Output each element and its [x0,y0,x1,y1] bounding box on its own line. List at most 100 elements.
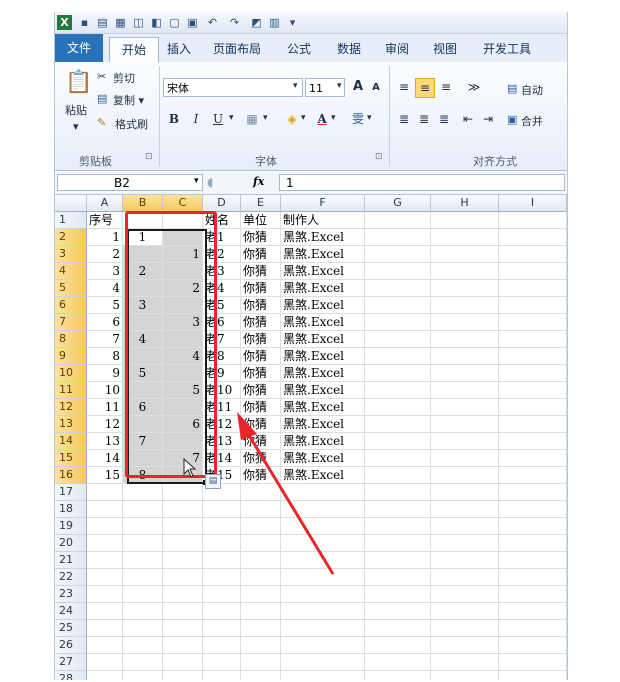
align-middle-icon[interactable]: ≡ [415,78,435,98]
cell-i24[interactable] [499,603,567,620]
cell-i12[interactable] [499,399,567,416]
insert-function-button[interactable]: fx [253,175,264,188]
cell-b2[interactable]: 1 [123,229,163,246]
cell-a3[interactable]: 2 [87,246,123,263]
row-header[interactable]: 1 [55,212,87,229]
cell-h10[interactable] [431,365,499,382]
cell-i17[interactable] [499,484,567,501]
cell-i23[interactable] [499,586,567,603]
cell-i19[interactable] [499,518,567,535]
new-icon[interactable]: ▢ [167,15,182,30]
cell-i2[interactable] [499,229,567,246]
cell-a28[interactable] [87,671,123,680]
cell-d9[interactable]: 老8 [203,348,241,365]
cell-f1[interactable]: 制作人 [281,212,365,229]
cell-b19[interactable] [123,518,163,535]
cell-h4[interactable] [431,263,499,280]
cell-b11[interactable] [123,382,163,399]
column-header-f[interactable]: F [281,195,365,212]
cell-f26[interactable] [281,637,365,654]
cell-f28[interactable] [281,671,365,680]
row-header[interactable]: 9 [55,348,87,365]
phonetic-button[interactable]: 雯 [349,110,367,128]
auto-fill-options-icon[interactable]: ▤ [205,474,221,489]
cell-e8[interactable]: 你猜 [241,331,281,348]
cell-d12[interactable]: 老11 [203,399,241,416]
cell-i9[interactable] [499,348,567,365]
cell-g18[interactable] [365,501,431,518]
wrap-text-button[interactable]: 自动 [521,82,543,98]
row-header[interactable]: 24 [55,603,87,620]
font-color-dropdown-icon[interactable]: ▾ [331,113,336,123]
cell-f12[interactable]: 黑煞.Excel [281,399,365,416]
tab-review[interactable]: 审阅 [379,38,415,60]
cell-f8[interactable]: 黑煞.Excel [281,331,365,348]
cell-a16[interactable]: 15 [87,467,123,484]
cell-b15[interactable] [123,450,163,467]
cell-f22[interactable] [281,569,365,586]
align-center-icon[interactable]: ≣ [415,110,433,128]
cell-f16[interactable]: 黑煞.Excel [281,467,365,484]
cell-i6[interactable] [499,297,567,314]
cell-a4[interactable]: 3 [87,263,123,280]
cell-b17[interactable] [123,484,163,501]
cell-e2[interactable]: 你猜 [241,229,281,246]
cell-a13[interactable]: 12 [87,416,123,433]
cell-c12[interactable] [163,399,203,416]
screenshot-icon[interactable]: ◩ [249,15,264,30]
cell-i22[interactable] [499,569,567,586]
cell-i26[interactable] [499,637,567,654]
cell-g14[interactable] [365,433,431,450]
tab-formulas[interactable]: 公式 [281,38,317,60]
font-size-dropdown-icon[interactable]: ▾ [337,81,342,91]
row-header[interactable]: 27 [55,654,87,671]
cell-h20[interactable] [431,535,499,552]
name-box-dropdown-icon[interactable]: ▾ [194,176,199,186]
copy-button[interactable]: 复制 ▾ [113,92,144,108]
spell-icon[interactable]: ◧ [149,15,164,30]
cell-a2[interactable]: 1 [87,229,123,246]
column-header-c[interactable]: C [163,195,203,212]
cell-e16[interactable]: 你猜 [241,467,281,484]
column-header-d[interactable]: D [203,195,241,212]
cell-f18[interactable] [281,501,365,518]
cell-i18[interactable] [499,501,567,518]
cell-f24[interactable] [281,603,365,620]
cell-a21[interactable] [87,552,123,569]
cell-c18[interactable] [163,501,203,518]
cell-a5[interactable]: 4 [87,280,123,297]
cell-b10[interactable]: 5 [123,365,163,382]
row-header[interactable]: 21 [55,552,87,569]
cell-i11[interactable] [499,382,567,399]
cell-g19[interactable] [365,518,431,535]
cell-g12[interactable] [365,399,431,416]
row-header[interactable]: 12 [55,399,87,416]
cell-d4[interactable]: 老3 [203,263,241,280]
cell-g16[interactable] [365,467,431,484]
undo-icon[interactable]: ↶ [205,15,220,30]
cell-i16[interactable] [499,467,567,484]
cell-h17[interactable] [431,484,499,501]
bold-button[interactable]: B [165,110,183,128]
row-header[interactable]: 3 [55,246,87,263]
cell-a11[interactable]: 10 [87,382,123,399]
name-box[interactable]: B2 ▾ [57,174,203,191]
cell-a14[interactable]: 13 [87,433,123,450]
row-header[interactable]: 7 [55,314,87,331]
cell-b26[interactable] [123,637,163,654]
cell-d13[interactable]: 老12 [203,416,241,433]
cell-h5[interactable] [431,280,499,297]
cell-e3[interactable]: 你猜 [241,246,281,263]
cell-i25[interactable] [499,620,567,637]
cell-h16[interactable] [431,467,499,484]
cell-h13[interactable] [431,416,499,433]
print-icon[interactable]: ▦ [113,15,128,30]
row-header[interactable]: 5 [55,280,87,297]
cell-i1[interactable] [499,212,567,229]
font-name-combo[interactable]: 宋体 [163,78,303,97]
border-dropdown-icon[interactable]: ▾ [263,113,268,123]
cell-f10[interactable]: 黑煞.Excel [281,365,365,382]
cell-h18[interactable] [431,501,499,518]
merge-button[interactable]: 合并 [521,113,543,129]
cell-d8[interactable]: 老7 [203,331,241,348]
